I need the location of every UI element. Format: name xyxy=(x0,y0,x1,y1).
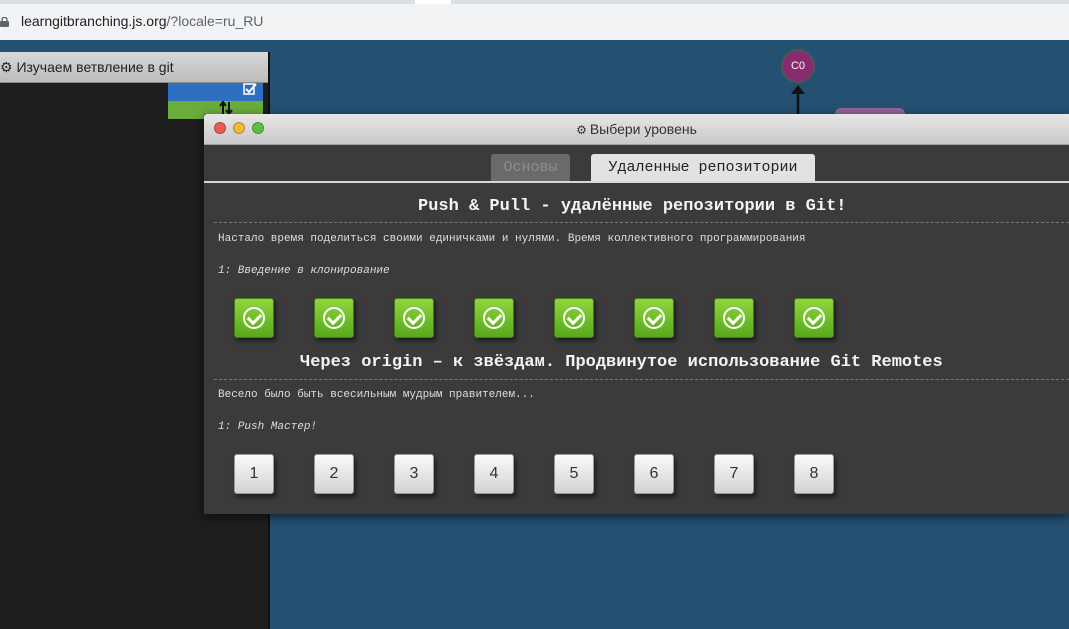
command-panel-title-text: Изучаем ветвление в git xyxy=(16,59,174,75)
tab-underline xyxy=(204,181,1069,183)
level-button[interactable]: 2 xyxy=(314,454,354,494)
level-button[interactable]: 1 xyxy=(234,454,274,494)
dialog-titlebar: ⚙ Выбери уровень xyxy=(204,114,1069,145)
level-button[interactable]: 4 xyxy=(474,454,514,494)
command-panel-title: ⚙ Изучаем ветвление в git xyxy=(0,59,174,76)
level-button[interactable]: 6 xyxy=(634,454,674,494)
level-select-dialog: ⚙ Выбери уровень Основы Удаленные репозит… xyxy=(204,114,1069,514)
dialog-title: ⚙ Выбери уровень xyxy=(204,121,1069,137)
command-panel-header: ⚙ Изучаем ветвление в git xyxy=(0,52,268,83)
gear-icon: ⚙ xyxy=(576,123,587,137)
tab-remote[interactable]: Удаленные репозитории xyxy=(591,154,815,181)
level-button[interactable]: 8 xyxy=(794,454,834,494)
url-path: /?locale=ru_RU xyxy=(166,13,264,29)
level-button-completed[interactable] xyxy=(554,298,594,338)
commit-node-c0[interactable]: C0 xyxy=(781,49,815,83)
commit-label: C0 xyxy=(790,60,806,72)
sequence-current-level: 1: Введение в клонирование xyxy=(218,265,390,277)
level-button-completed[interactable] xyxy=(234,298,274,338)
check-circle-icon xyxy=(483,307,505,329)
divider xyxy=(214,379,1069,380)
sequence-title: Push & Pull - удалённые репозитории в Gi… xyxy=(418,197,847,216)
checkbox-icon[interactable] xyxy=(243,82,257,96)
gear-icon: ⚙ xyxy=(0,59,13,75)
sequence-description: Настало время поделиться своими единичка… xyxy=(218,233,806,245)
check-circle-icon xyxy=(643,307,665,329)
check-circle-icon xyxy=(563,307,585,329)
sequence-title: Через origin – к звёздам. Продвинутое ис… xyxy=(300,353,943,372)
check-circle-icon xyxy=(723,307,745,329)
level-button-completed[interactable] xyxy=(394,298,434,338)
level-button-completed[interactable] xyxy=(794,298,834,338)
check-circle-icon xyxy=(803,307,825,329)
sequence-current-level: 1: Push Мастер! xyxy=(218,421,318,433)
sequence-description: Весело было быть всесильным мудрым прави… xyxy=(218,389,535,401)
check-circle-icon xyxy=(243,307,265,329)
check-circle-icon xyxy=(323,307,345,329)
dialog-title-text: Выбери уровень xyxy=(589,121,697,137)
level-button-completed[interactable] xyxy=(634,298,674,338)
check-circle-icon xyxy=(403,307,425,329)
commit-arrow-icon xyxy=(791,85,805,116)
tab-basics[interactable]: Основы xyxy=(491,154,570,181)
lock-icon xyxy=(0,17,9,27)
level-button[interactable]: 7 xyxy=(714,454,754,494)
tab-bar: Основы Удаленные репозитории xyxy=(204,144,1069,182)
level-button-completed[interactable] xyxy=(314,298,354,338)
address-bar[interactable]: learngitbranching.js.org/?locale=ru_RU xyxy=(0,4,1069,40)
level-button-completed[interactable] xyxy=(474,298,514,338)
level-button[interactable]: 5 xyxy=(554,454,594,494)
level-button[interactable]: 3 xyxy=(394,454,434,494)
level-button-completed[interactable] xyxy=(714,298,754,338)
url-text[interactable]: learngitbranching.js.org/?locale=ru_RU xyxy=(21,13,263,29)
divider xyxy=(214,222,1069,223)
url-host: learngitbranching.js.org xyxy=(21,13,167,29)
